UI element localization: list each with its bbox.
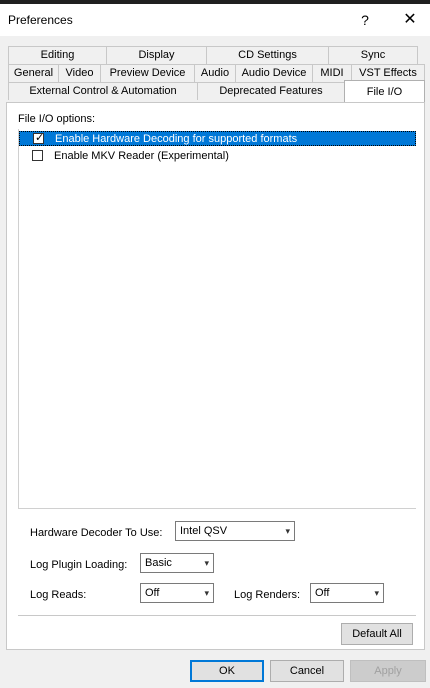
help-button[interactable]: ? — [352, 8, 378, 32]
tab-video[interactable]: Video — [58, 64, 101, 82]
option-label: Enable MKV Reader (Experimental) — [54, 150, 229, 162]
chevron-down-icon: ▾ — [204, 558, 209, 568]
window-title: Preferences — [8, 13, 73, 27]
tab-audio[interactable]: Audio — [194, 64, 236, 82]
log-reads-dropdown[interactable]: Off ▾ — [140, 583, 214, 603]
divider — [18, 615, 416, 616]
log-plugin-loading-label: Log Plugin Loading: — [30, 559, 128, 571]
tab-file-io[interactable]: File I/O — [344, 80, 425, 102]
log-renders-label: Log Renders: — [234, 589, 301, 601]
tab-general[interactable]: General — [8, 64, 59, 82]
dropdown-value: Off — [145, 587, 160, 599]
log-plugin-loading-dropdown[interactable]: Basic ▾ — [140, 553, 214, 573]
chevron-down-icon: ▾ — [204, 588, 209, 598]
chevron-down-icon: ▾ — [374, 588, 379, 598]
dropdown-value: Intel QSV — [180, 525, 228, 537]
close-button[interactable]: ✕ — [396, 8, 424, 32]
file-io-options-label: File I/O options: — [18, 113, 96, 125]
chevron-down-icon: ▾ — [285, 526, 290, 536]
option-hardware-decoding[interactable]: ✓ Enable Hardware Decoding for supported… — [19, 131, 416, 146]
log-reads-label: Log Reads: — [30, 589, 87, 601]
checkbox[interactable]: ✓ — [33, 132, 45, 144]
option-label: Enable Hardware Decoding for supported f… — [55, 133, 298, 145]
preferences-dialog: Preferences ? ✕ Editing Display CD Setti… — [0, 4, 430, 688]
tab-deprecated-features[interactable]: Deprecated Features — [197, 82, 345, 100]
tab-external-control[interactable]: External Control & Automation — [8, 82, 198, 100]
hw-decoder-dropdown[interactable]: Intel QSV ▾ — [175, 521, 295, 541]
tab-audio-device[interactable]: Audio Device — [235, 64, 313, 82]
dropdown-value: Off — [315, 587, 330, 599]
check-mark-icon: ✓ — [35, 132, 45, 144]
log-renders-dropdown[interactable]: Off ▾ — [310, 583, 384, 603]
ok-button[interactable]: OK — [190, 660, 264, 682]
cancel-button[interactable]: Cancel — [270, 660, 344, 682]
apply-button[interactable]: Apply — [350, 660, 426, 682]
tab-editing[interactable]: Editing — [8, 46, 107, 64]
tab-sync[interactable]: Sync — [328, 46, 418, 64]
tab-display[interactable]: Display — [106, 46, 207, 64]
dropdown-value: Basic — [145, 557, 172, 569]
hw-decoder-label: Hardware Decoder To Use: — [30, 527, 163, 539]
tab-preview-device[interactable]: Preview Device — [100, 64, 195, 82]
file-io-panel: File I/O options: ✓ Enable Hardware Deco… — [6, 102, 425, 650]
tab-cd-settings[interactable]: CD Settings — [206, 46, 329, 64]
title-bar: Preferences ? ✕ — [0, 4, 430, 36]
file-io-options-list: ✓ Enable Hardware Decoding for supported… — [18, 129, 416, 509]
checkbox[interactable] — [32, 150, 43, 161]
option-mkv-reader[interactable]: Enable MKV Reader (Experimental) — [19, 149, 416, 164]
default-all-button[interactable]: Default All — [341, 623, 413, 645]
